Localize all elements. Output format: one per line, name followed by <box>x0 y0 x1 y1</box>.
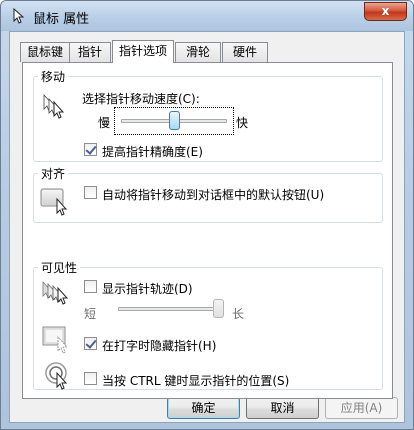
snap-to-checkbox[interactable] <box>84 186 97 199</box>
motion-group: 移动 选择指针移动速度(C): 慢 快 提高指针精确度(E) <box>33 68 383 162</box>
slider-track <box>118 307 224 311</box>
group-label: 对齐 <box>38 165 69 182</box>
tab-pointer-options[interactable]: 指针选项 <box>112 40 174 63</box>
tab-wheel[interactable]: 滑轮 <box>175 42 221 62</box>
tab-label: 指针 <box>77 45 102 59</box>
trails-length-slider <box>112 298 230 322</box>
snap-to-label[interactable]: 自动将指针移动到对话框中的默认按钮(U) <box>102 186 324 203</box>
hide-while-typing-icon <box>42 326 68 354</box>
button-label: 确定 <box>191 401 216 415</box>
long-label: 长 <box>232 307 245 321</box>
mouse-properties-window: 鼠标 属性 x 鼠标键 指针 指针选项 滑轮 硬件 移动 选择指针移动速度(C)… <box>0 0 414 430</box>
slow-label: 慢 <box>98 116 111 130</box>
speed-slider[interactable] <box>114 107 234 135</box>
show-location-label[interactable]: 当按 CTRL 键时显示指针的位置(S) <box>102 372 289 389</box>
ok-button[interactable]: 确定 <box>167 397 240 419</box>
tab-label: 硬件 <box>232 45 257 59</box>
tab-buttons[interactable]: 鼠标键 <box>20 42 70 62</box>
trails-slider-thumb <box>213 299 224 318</box>
mouse-icon <box>13 8 25 24</box>
pointer-speed-icon <box>43 93 65 119</box>
group-label: 可见性 <box>38 259 81 276</box>
close-button[interactable]: x <box>364 2 407 21</box>
apply-button[interactable]: 应用(A) <box>325 397 398 419</box>
window-title: 鼠标 属性 <box>33 12 90 27</box>
show-location-icon <box>45 362 68 390</box>
speed-slider-thumb[interactable] <box>168 111 180 130</box>
button-label: 取消 <box>270 401 295 415</box>
close-icon: x <box>381 4 390 18</box>
button-label: 应用(A) <box>340 401 383 415</box>
pointer-trails-icon <box>42 280 69 305</box>
tab-label: 滑轮 <box>185 45 210 59</box>
fast-label: 快 <box>236 116 249 130</box>
show-location-checkbox[interactable] <box>84 372 97 385</box>
precision-checkbox[interactable] <box>84 143 97 156</box>
title-bar[interactable]: 鼠标 属性 x <box>1 1 413 31</box>
dialog-client: 鼠标键 指针 指针选项 滑轮 硬件 移动 选择指针移动速度(C): 慢 快 提高… <box>9 31 405 423</box>
tab-label: 指针选项 <box>118 44 167 58</box>
group-label: 移动 <box>38 68 69 85</box>
visibility-group: 可见性 显示指针轨迹(D) 短 长 在打字时隐藏指针(H) 当按 CTRL 键时… <box>33 259 383 390</box>
pointer-trails-label[interactable]: 显示指针轨迹(D) <box>102 280 193 297</box>
pointer-trails-checkbox[interactable] <box>84 280 97 293</box>
precision-label[interactable]: 提高指针精确度(E) <box>102 143 203 160</box>
tab-hardware[interactable]: 硬件 <box>222 42 268 62</box>
tab-label: 鼠标键 <box>26 45 63 59</box>
hide-while-typing-label[interactable]: 在打字时隐藏指针(H) <box>102 337 216 354</box>
speed-label: 选择指针移动速度(C): <box>82 92 200 106</box>
snap-group: 对齐 自动将指针移动到对话框中的默认按钮(U) <box>33 165 383 223</box>
tab-pointers[interactable]: 指针 <box>69 42 111 62</box>
cancel-button[interactable]: 取消 <box>246 397 319 419</box>
pointer-options-panel: 移动 选择指针移动速度(C): 慢 快 提高指针精确度(E) 对齐 自动将指针移… <box>22 62 393 399</box>
snap-to-icon <box>40 188 68 216</box>
hide-while-typing-checkbox[interactable] <box>84 337 97 350</box>
short-label: 短 <box>84 307 97 321</box>
